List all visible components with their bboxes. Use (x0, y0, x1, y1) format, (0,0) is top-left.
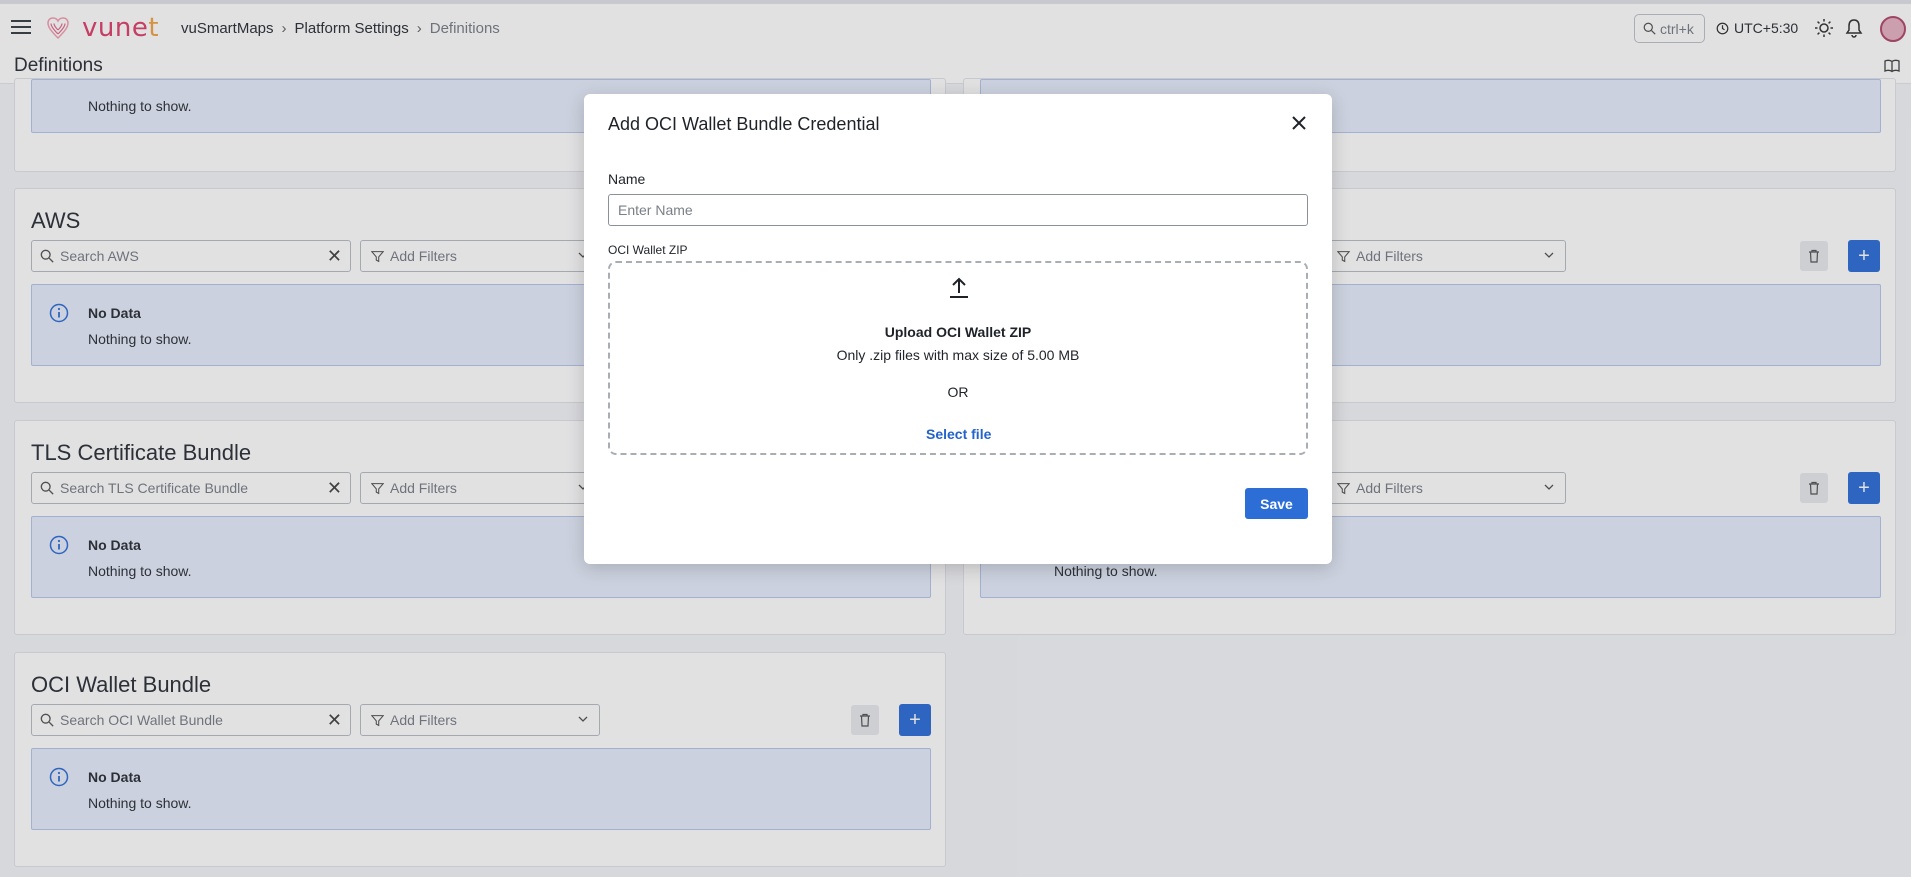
name-input[interactable] (608, 194, 1308, 226)
select-file-link[interactable]: Select file (926, 426, 991, 442)
name-label: Name (608, 171, 646, 187)
file-dropzone[interactable]: Upload OCI Wallet ZIP Only .zip files wi… (608, 261, 1308, 455)
upload-icon (950, 277, 968, 298)
modal-title: Add OCI Wallet Bundle Credential (608, 114, 880, 134)
upload-hint: Only .zip files with max size of 5.00 MB (836, 347, 1080, 363)
upload-title: Upload OCI Wallet ZIP (884, 324, 1032, 340)
add-credential-modal: Add OCI Wallet Bundle Credential Name OC… (584, 94, 1332, 564)
zip-label: OCI Wallet ZIP (608, 243, 688, 257)
close-icon[interactable] (1288, 112, 1310, 134)
save-button[interactable]: Save (1245, 488, 1308, 519)
or-divider: OR (947, 384, 969, 400)
